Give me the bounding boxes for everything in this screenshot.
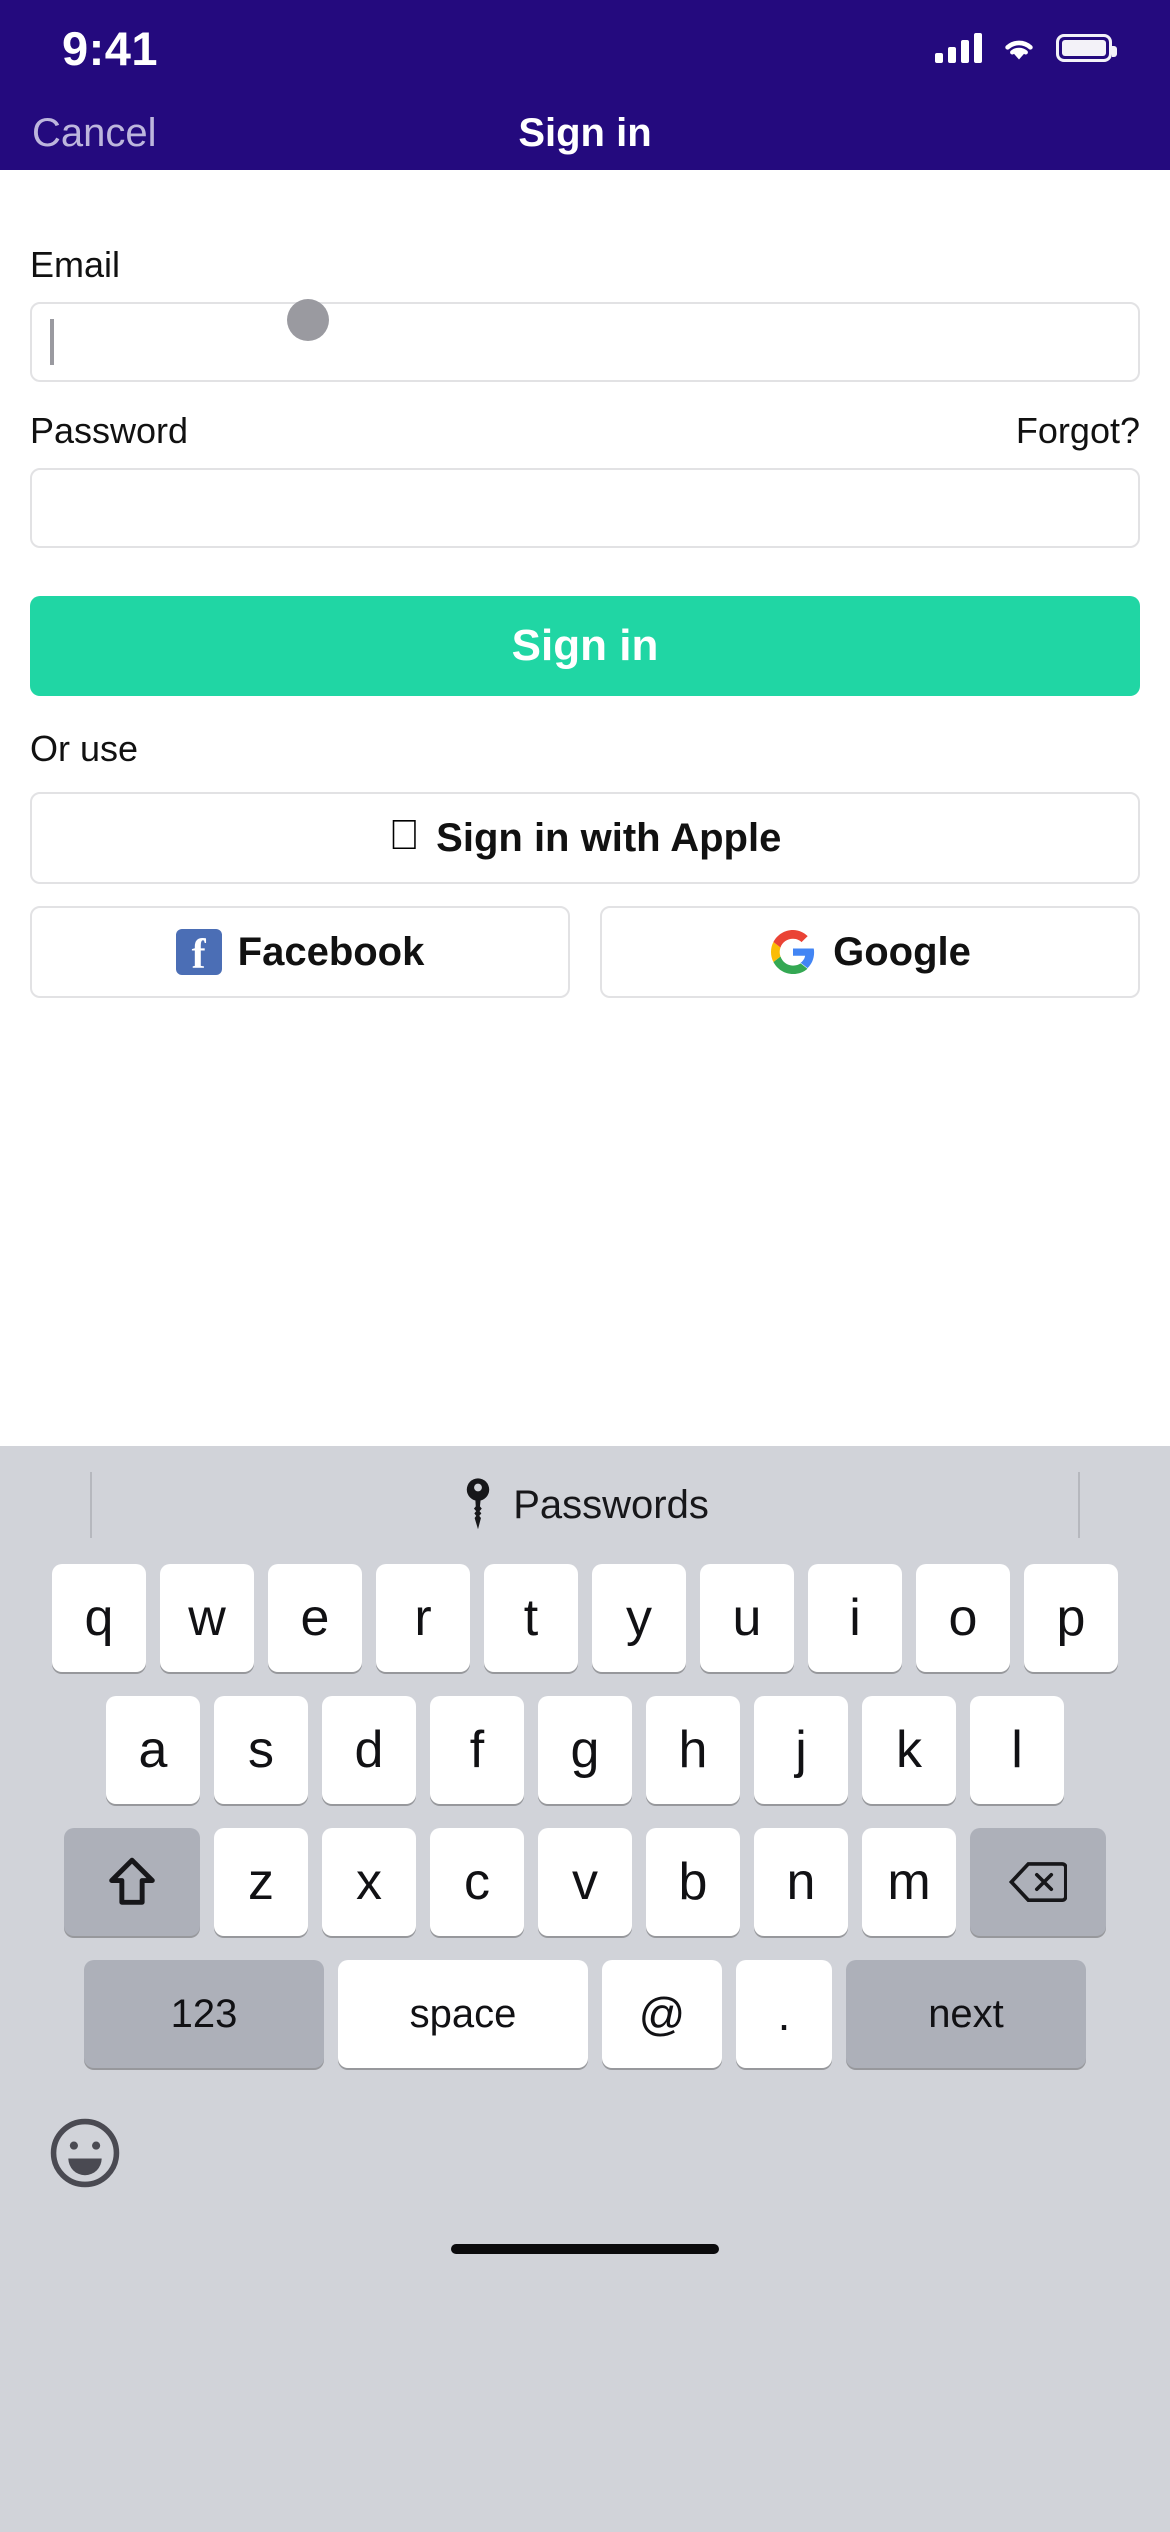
numbers-key[interactable]: 123: [84, 1960, 324, 2068]
forgot-password-link[interactable]: Forgot?: [1016, 410, 1140, 452]
text-caret: [50, 319, 54, 365]
next-key[interactable]: next: [846, 1960, 1086, 2068]
key-n[interactable]: n: [754, 1828, 848, 1936]
key-m[interactable]: m: [862, 1828, 956, 1936]
page-title: Sign in: [518, 110, 652, 155]
space-key[interactable]: space: [338, 1960, 588, 2068]
google-button-label: Google: [833, 929, 971, 974]
sign-in-with-facebook-button[interactable]: Facebook: [30, 906, 570, 998]
home-indicator: [451, 2244, 719, 2254]
shift-arrow-icon: [109, 1857, 155, 1905]
keyboard-row-1: q w e r t y u i o p: [9, 1564, 1161, 1672]
key-r[interactable]: r: [376, 1564, 470, 1672]
status-bar: 9:41: [0, 0, 1170, 96]
keyboard-row-2: a s d f g h j k l: [9, 1696, 1161, 1804]
key-l[interactable]: l: [970, 1696, 1064, 1804]
key-d[interactable]: d: [322, 1696, 416, 1804]
keyboard-rows: q w e r t y u i o p a s d f g h j k l z …: [0, 1564, 1170, 2068]
password-input[interactable]: [30, 468, 1140, 548]
or-use-label: Or use: [30, 728, 139, 769]
keyboard-row-3: z x c v b n m: [9, 1828, 1161, 1936]
key-icon: [466, 1478, 490, 1530]
key-p[interactable]: p: [1024, 1564, 1118, 1672]
keyboard-toolbar: Passwords: [0, 1446, 1170, 1564]
key-q[interactable]: q: [52, 1564, 146, 1672]
key-a[interactable]: a: [106, 1696, 200, 1804]
apple-logo-icon: : [389, 814, 421, 856]
facebook-logo-icon: [175, 929, 222, 979]
password-label: Password: [30, 410, 189, 451]
app-header: 9:41 Cancel Sign in: [0, 0, 1170, 170]
key-o[interactable]: o: [916, 1564, 1010, 1672]
apple-button-label: Sign in with Apple: [420, 815, 781, 860]
at-key[interactable]: @: [602, 1960, 722, 2068]
signin-form: Email Password Forgot? Sign in Or use  …: [0, 170, 1170, 998]
backspace-icon: [1009, 1862, 1067, 1902]
key-c[interactable]: c: [430, 1828, 524, 1936]
key-y[interactable]: y: [592, 1564, 686, 1672]
key-i[interactable]: i: [808, 1564, 902, 1672]
key-s[interactable]: s: [214, 1696, 308, 1804]
email-label: Email: [30, 244, 121, 285]
key-u[interactable]: u: [700, 1564, 794, 1672]
email-input[interactable]: [30, 302, 1140, 382]
key-j[interactable]: j: [754, 1696, 848, 1804]
key-h[interactable]: h: [646, 1696, 740, 1804]
battery-icon: [1056, 34, 1117, 62]
key-f[interactable]: f: [430, 1696, 524, 1804]
period-key[interactable]: .: [736, 1960, 832, 2068]
key-t[interactable]: t: [484, 1564, 578, 1672]
sign-in-with-google-button[interactable]: Google: [600, 906, 1140, 998]
keyboard-bottom-row: 123 space @ . next: [9, 1960, 1161, 2068]
sign-in-button[interactable]: Sign in: [30, 596, 1140, 696]
key-w[interactable]: w: [160, 1564, 254, 1672]
status-bar-indicators: [935, 33, 1117, 63]
key-b[interactable]: b: [646, 1828, 740, 1936]
status-bar-clock: 9:41: [62, 21, 159, 75]
touch-indicator: [287, 299, 329, 341]
cellular-signal-icon: [935, 33, 982, 63]
key-x[interactable]: x: [322, 1828, 416, 1936]
social-buttons-row: Facebook Google: [30, 884, 1140, 998]
key-g[interactable]: g: [538, 1696, 632, 1804]
passwords-autofill-button[interactable]: Passwords: [461, 1477, 709, 1533]
key-v[interactable]: v: [538, 1828, 632, 1936]
key-e[interactable]: e: [268, 1564, 362, 1672]
wifi-icon: [1005, 40, 1033, 60]
on-screen-keyboard: Passwords q w e r t y u i o p a s d f g …: [0, 1446, 1170, 2532]
email-label-row: Email: [30, 244, 1140, 286]
sign-in-with-apple-button[interactable]:  Sign in with Apple: [30, 792, 1140, 884]
keyboard-footer: [0, 2092, 1170, 2282]
google-logo-icon: [771, 930, 815, 974]
passwords-label: Passwords: [513, 1482, 709, 1527]
backspace-key[interactable]: [970, 1828, 1106, 1936]
navigation-bar: Cancel Sign in: [0, 96, 1170, 170]
facebook-button-label: Facebook: [237, 929, 425, 974]
key-z[interactable]: z: [214, 1828, 308, 1936]
key-k[interactable]: k: [862, 1696, 956, 1804]
emoji-smiley-icon[interactable]: [48, 2116, 122, 2190]
password-label-row: Password Forgot?: [30, 410, 1140, 452]
shift-key[interactable]: [64, 1828, 200, 1936]
